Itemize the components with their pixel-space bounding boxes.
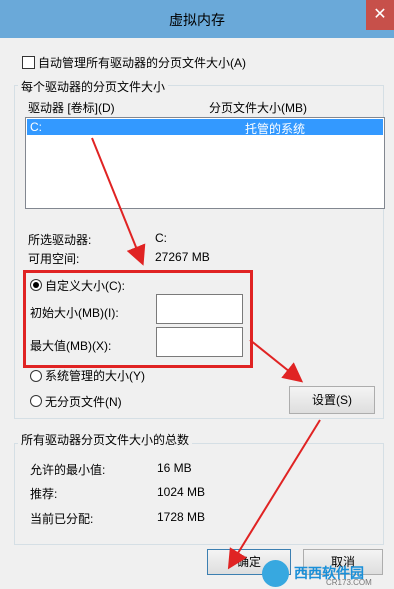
watermark: 西西软件园 CR173.COM: [262, 560, 392, 587]
arrow-to-ok-button: [227, 419, 321, 570]
arrow-to-custom-size: [91, 137, 146, 266]
annotation-arrows: [91, 137, 321, 570]
dialog-window: 虚拟内存 ✕ 自动管理所有驱动器的分页文件大小(A) 每个驱动器的分页文件大小 …: [0, 0, 394, 589]
watermark-logo-icon: [262, 560, 289, 587]
arrow-to-set-button: [249, 339, 304, 383]
watermark-domain: CR173.COM: [326, 578, 372, 587]
